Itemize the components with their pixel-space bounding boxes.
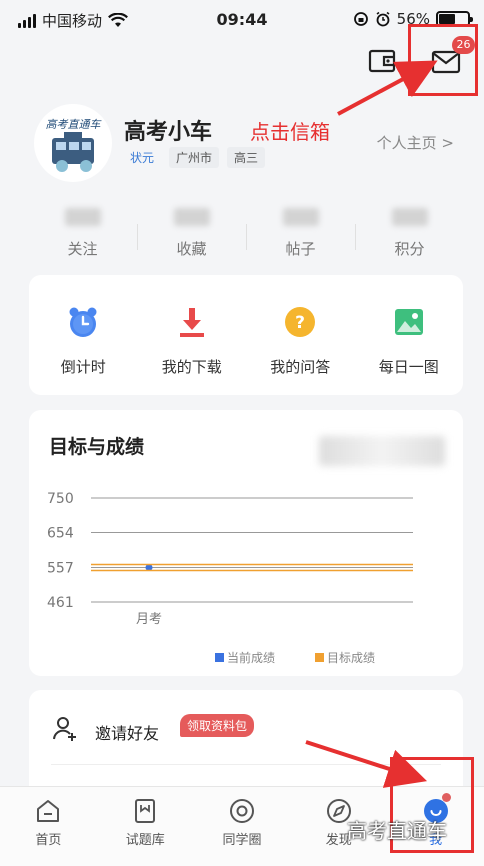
score-chart: 461 557 654 750 月考当前成绩 目标成绩 [47,491,413,665]
profile-name: 高考小车 [124,120,213,145]
goal-summary-blurred[interactable] [319,436,445,466]
stat-value-blurred [173,208,210,226]
wallet-icon [368,49,396,73]
stat-posts[interactable]: 帖子 [246,204,355,260]
stat-favorites[interactable]: 收藏 [137,204,246,260]
grade-tag: 高三 [227,147,266,168]
watermark-text: 高考直通车 [347,819,447,843]
mailbox-highlight-box [408,24,478,96]
y-tick-label: 557 [47,560,74,576]
stat-follow[interactable]: 关注 [28,204,137,260]
stat-value-blurred [64,208,101,226]
tab-question-bank[interactable]: 试题库 [97,787,194,866]
rank-tag: 状元 [130,151,155,165]
stat-points[interactable]: 积分 [355,204,464,260]
invite-label: 邀请好友 [95,724,160,743]
tool-countdown[interactable]: 倒计时 [29,275,138,395]
alarm-icon [376,11,390,27]
stat-label: 积分 [394,240,425,258]
stat-value-blurred [282,208,319,226]
invite-badge: 领取资料包 [180,714,255,737]
stat-label: 收藏 [176,240,207,258]
tool-qa[interactable]: ? 我的问答 [246,275,355,395]
avatar[interactable]: 高考直通车 [34,104,112,182]
profile-tags: 状元 广州市 高三 [124,147,266,168]
tools-card: 倒计时 我的下载 ? 我的问答 每日一图 [29,275,463,395]
x-tick-label: 月考 [136,612,162,627]
divider [51,764,441,765]
tab-label: 试题库 [125,833,165,848]
image-icon [394,309,423,335]
stat-label: 帖子 [285,240,316,258]
wallet-button[interactable] [367,47,397,75]
circle-icon [229,799,254,823]
y-tick-label: 654 [47,526,74,542]
question-bank-icon [135,799,156,823]
tab-label: 首页 [35,833,62,848]
legend-label: 当前成绩 [227,650,275,665]
stats-row: 关注 收藏 帖子 积分 [28,204,464,260]
stat-label: 关注 [67,240,98,258]
svg-text:?: ? [295,313,305,333]
add-user-icon [53,717,76,741]
alarm-clock-icon [69,307,97,337]
y-tick-label: 461 [47,595,74,611]
tool-label: 每日一图 [378,358,439,376]
tool-label: 我的下载 [161,358,222,376]
bus-logo-icon [52,132,94,172]
legend-swatch [315,653,324,662]
tool-daily-image[interactable]: 每日一图 [355,275,464,395]
stat-value-blurred [391,208,428,226]
legend-label: 目标成绩 [327,651,375,665]
goal-score-card: 目标与成绩 461 557 654 750 月考当前成绩 目标成绩 [29,410,463,676]
question-icon: ? [285,307,316,337]
tool-downloads[interactable]: 我的下载 [138,275,247,395]
tool-label: 我的问答 [270,358,331,376]
y-tick-label: 750 [47,491,74,507]
battery-level [439,14,455,24]
annotation-label: 点击信箱 [250,120,330,144]
tool-label: 倒计时 [60,358,106,376]
city-tag: 广州市 [169,147,220,168]
rotation-lock-icon [353,12,368,26]
home-icon [37,800,60,822]
goal-card-title: 目标与成绩 [49,436,145,458]
tab-classmates[interactable]: 同学圈 [194,787,291,866]
legend-swatch [215,653,224,662]
tab-label: 同学圈 [222,833,262,848]
homepage-link[interactable]: 个人主页 > [377,132,454,153]
download-icon [179,308,204,337]
tab-home[interactable]: 首页 [0,787,97,866]
